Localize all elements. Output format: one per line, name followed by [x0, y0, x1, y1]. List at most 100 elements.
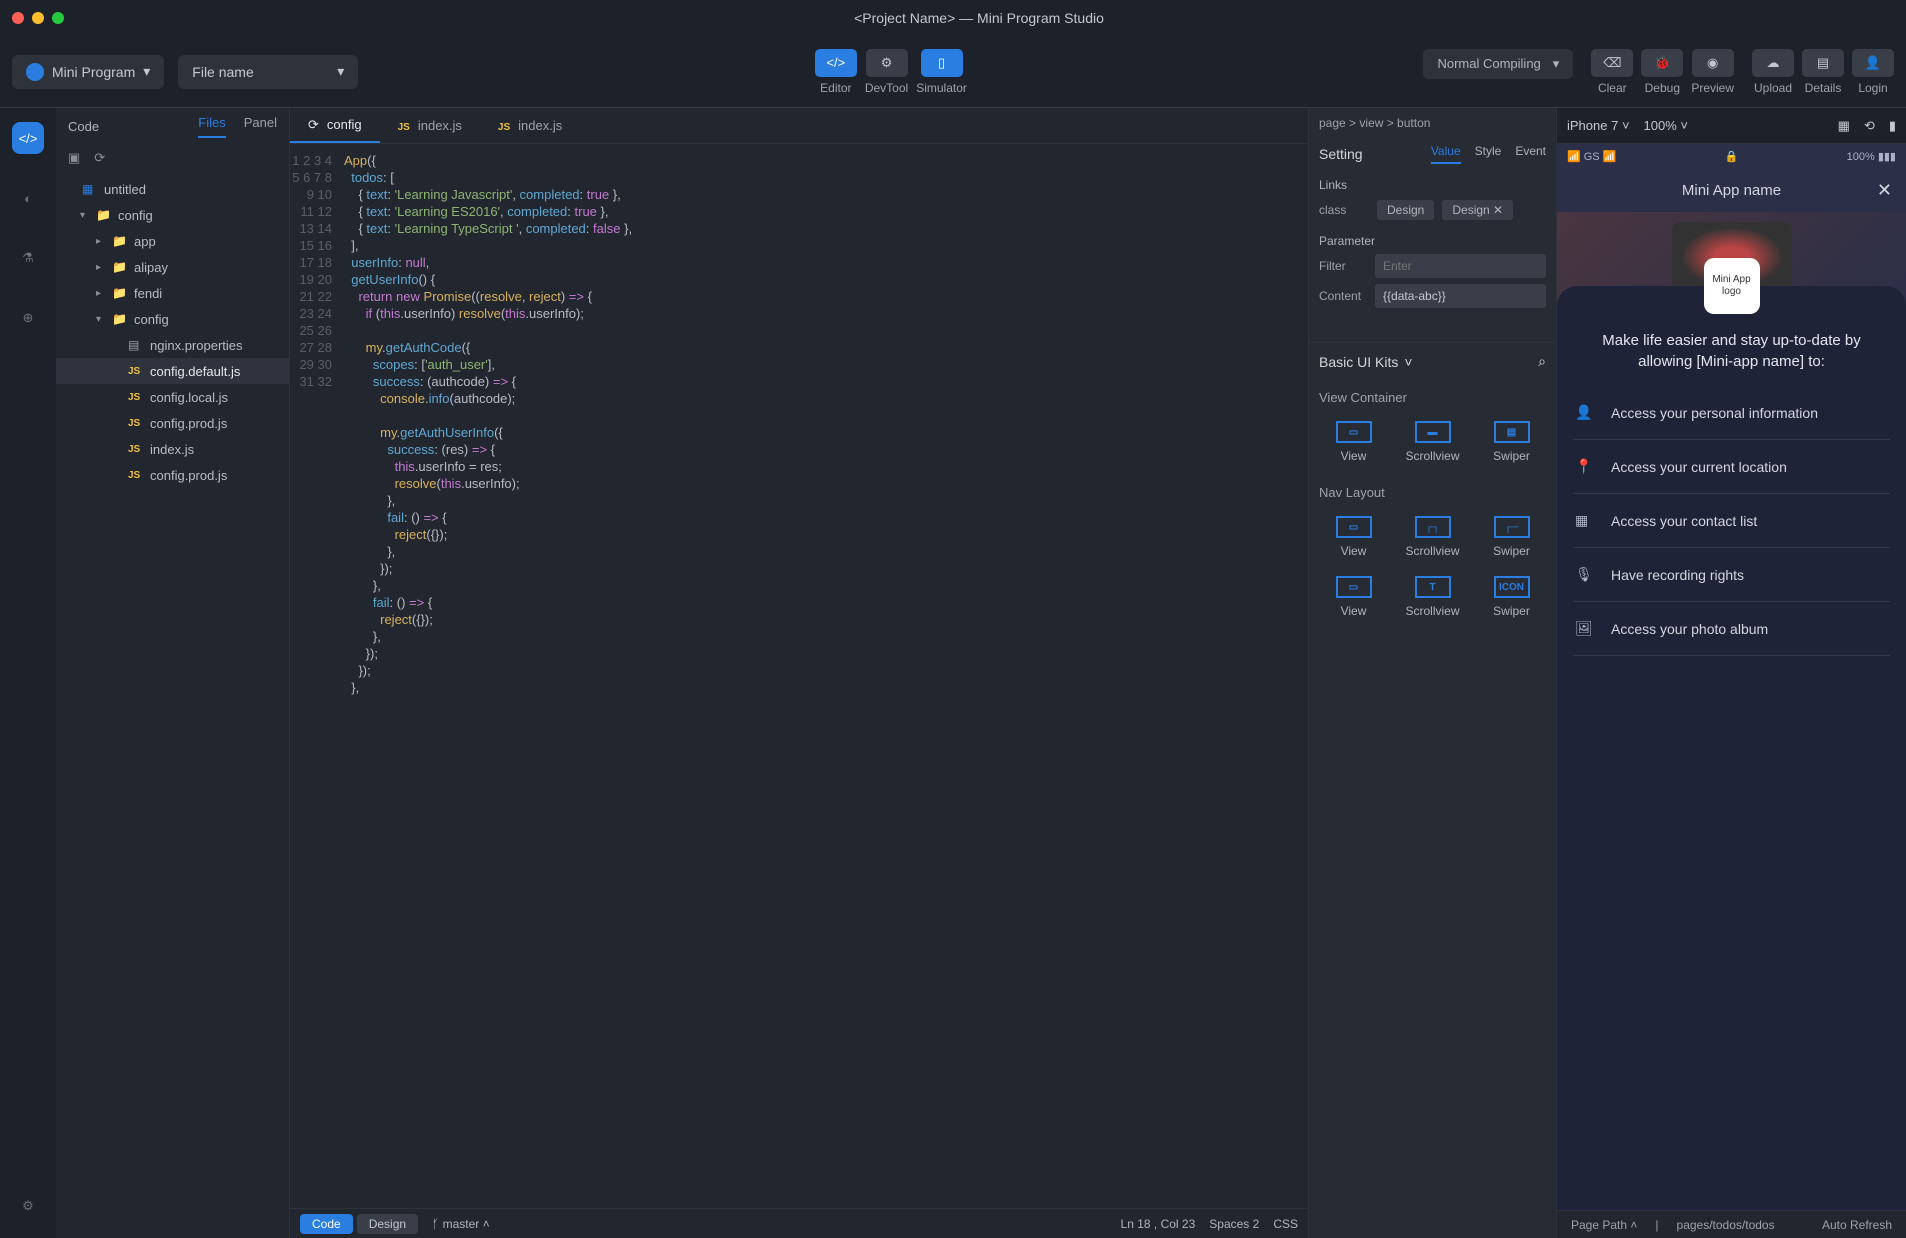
permission-prompt: Make life easier and stay up-to-date by … [1573, 326, 1890, 386]
chevron-down-icon[interactable]: ˅ [1404, 354, 1412, 370]
permission-item[interactable]: ▦Access your contact list [1573, 494, 1890, 548]
tree-item[interactable]: ▾📁config [56, 202, 289, 228]
rail-search[interactable]: ◐ [12, 182, 44, 214]
tree-item[interactable]: JSconfig.default.js [56, 358, 289, 384]
debug-button[interactable]: 🐞 Debug [1641, 49, 1683, 95]
sliders-icon: ⚙ [866, 49, 908, 77]
document-icon: ▤ [1802, 49, 1844, 77]
phone-icon: ▯ [921, 49, 963, 77]
details-button[interactable]: ▤ Details [1802, 49, 1844, 95]
sidebar-title: Code [68, 119, 99, 134]
rail-test[interactable]: ⚗ [12, 242, 44, 274]
lock-icon: 🔒 [1725, 150, 1739, 163]
maximize-icon[interactable] [52, 12, 64, 24]
rotate-icon[interactable]: ⟲ [1864, 118, 1875, 134]
editor-tab[interactable]: ⟳config [290, 108, 380, 143]
kit-item[interactable]: ▭View [1317, 510, 1390, 564]
rail-settings[interactable]: ⚙ [12, 1190, 44, 1222]
language-mode[interactable]: CSS [1273, 1217, 1298, 1231]
rail-extensions[interactable]: ⊕ [12, 302, 44, 334]
tree-item[interactable]: JSconfig.local.js [56, 384, 289, 410]
cursor-position[interactable]: Ln 18 , Col 23 [1121, 1217, 1196, 1231]
bug-icon: 🐞 [1641, 49, 1683, 77]
tree-item[interactable]: ▤nginx.properties [56, 332, 289, 358]
permission-item[interactable]: 👤Access your personal information [1573, 386, 1890, 440]
zoom-selector[interactable]: 100% ˅ [1644, 118, 1688, 133]
window-controls[interactable] [12, 12, 64, 24]
git-branch[interactable]: ᚶ master ˄ [432, 1217, 490, 1231]
view-mode-toggle[interactable]: Code Design [300, 1214, 418, 1234]
device-selector[interactable]: iPhone 7 ˅ [1567, 118, 1630, 133]
breadcrumb[interactable]: page > view > button [1309, 108, 1556, 138]
tab-event[interactable]: Event [1515, 144, 1546, 164]
close-icon[interactable]: ✕ [1877, 180, 1892, 201]
eraser-icon: ⌫ [1591, 49, 1633, 77]
tree-item[interactable]: ▸📁app [56, 228, 289, 254]
compile-mode-dropdown[interactable]: Normal Compiling ▾ [1423, 49, 1573, 79]
page-path-label[interactable]: Page Path ˄ [1571, 1218, 1637, 1232]
editor-tab[interactable]: </> Editor [815, 49, 857, 95]
tree-item[interactable]: ▸📁alipay [56, 254, 289, 280]
kit-item[interactable]: ▤Swiper [1475, 415, 1548, 469]
kit-item[interactable]: ICONSwiper [1475, 570, 1548, 624]
devtool-tab[interactable]: ⚙ DevTool [865, 49, 908, 95]
mini-app-logo: Mini App logo [1704, 258, 1760, 314]
auto-refresh-toggle[interactable]: Auto Refresh [1822, 1218, 1892, 1232]
kit-item[interactable]: ┌─Swiper [1475, 510, 1548, 564]
tab-style[interactable]: Style [1475, 144, 1502, 164]
chevron-down-icon: ▾ [337, 63, 344, 80]
indent-setting[interactable]: Spaces 2 [1209, 1217, 1259, 1231]
mini-program-icon [26, 63, 44, 81]
upload-button[interactable]: ☁ Upload [1752, 49, 1794, 95]
minimize-icon[interactable] [32, 12, 44, 24]
parameter-heading: Parameter [1319, 234, 1546, 248]
eye-icon: ◉ [1692, 49, 1734, 77]
filter-input[interactable] [1375, 254, 1546, 278]
battery-status: 100% ▮▮▮ [1847, 150, 1896, 163]
links-heading: Links [1319, 178, 1546, 192]
collapse-sim-icon[interactable]: ▮ [1889, 118, 1896, 134]
kit-item[interactable]: ┌┐Scrollview [1396, 510, 1469, 564]
kit-item[interactable]: ▭View [1317, 415, 1390, 469]
permission-item[interactable]: 🎙Have recording rights [1573, 548, 1890, 602]
kit-item[interactable]: ▬Scrollview [1396, 415, 1469, 469]
kit-item[interactable]: ▭View [1317, 570, 1390, 624]
permission-item[interactable]: 📍Access your current location [1573, 440, 1890, 494]
clear-button[interactable]: ⌫ Clear [1591, 49, 1633, 95]
tree-item[interactable]: JSconfig.prod.js [56, 462, 289, 488]
simulator-tab[interactable]: ▯ Simulator [916, 49, 967, 95]
tree-item[interactable]: ▾📁config [56, 306, 289, 332]
close-icon[interactable] [12, 12, 24, 24]
refresh-icon[interactable]: ⟳ [94, 150, 105, 166]
tree-item[interactable]: JSindex.js [56, 436, 289, 462]
setting-heading: Setting [1319, 146, 1363, 162]
search-icon[interactable]: ⌕ [1538, 353, 1546, 370]
editor-tab[interactable]: JSindex.js [380, 108, 480, 143]
class-chip[interactable]: Design [1377, 200, 1434, 220]
tab-value[interactable]: Value [1431, 144, 1461, 164]
project-label: Mini Program [52, 64, 135, 80]
tab-files[interactable]: Files [198, 115, 225, 138]
project-dropdown[interactable]: Mini Program ▾ [12, 55, 164, 89]
preview-button[interactable]: ◉ Preview [1691, 49, 1734, 95]
kit-item[interactable]: TScrollview [1396, 570, 1469, 624]
tree-item[interactable]: JSconfig.prod.js [56, 410, 289, 436]
tab-panel[interactable]: Panel [244, 115, 277, 138]
editor-tab[interactable]: JSindex.js [480, 108, 580, 143]
grid-icon[interactable]: ▦ [1838, 118, 1850, 134]
content-input[interactable] [1375, 284, 1546, 308]
tree-item[interactable]: ▦untitled [56, 176, 289, 202]
file-tree: ▦untitled▾📁config▸📁app▸📁alipay▸📁fendi▾📁c… [56, 172, 289, 1238]
login-button[interactable]: 👤 Login [1852, 49, 1894, 95]
file-dropdown[interactable]: File name ▾ [178, 55, 358, 89]
code-icon: </> [815, 49, 857, 77]
permission-item[interactable]: 🖼Access your photo album [1573, 602, 1890, 656]
file-label: File name [192, 64, 253, 80]
rail-code[interactable]: </> [12, 122, 44, 154]
user-icon: 👤 [1852, 49, 1894, 77]
chevron-down-icon: ▾ [143, 63, 150, 80]
tree-item[interactable]: ▸📁fendi [56, 280, 289, 306]
kits-heading: Basic UI Kits [1319, 354, 1398, 370]
collapse-icon[interactable]: ▣ [68, 150, 80, 166]
class-chip[interactable]: Design ✕ [1442, 200, 1513, 220]
